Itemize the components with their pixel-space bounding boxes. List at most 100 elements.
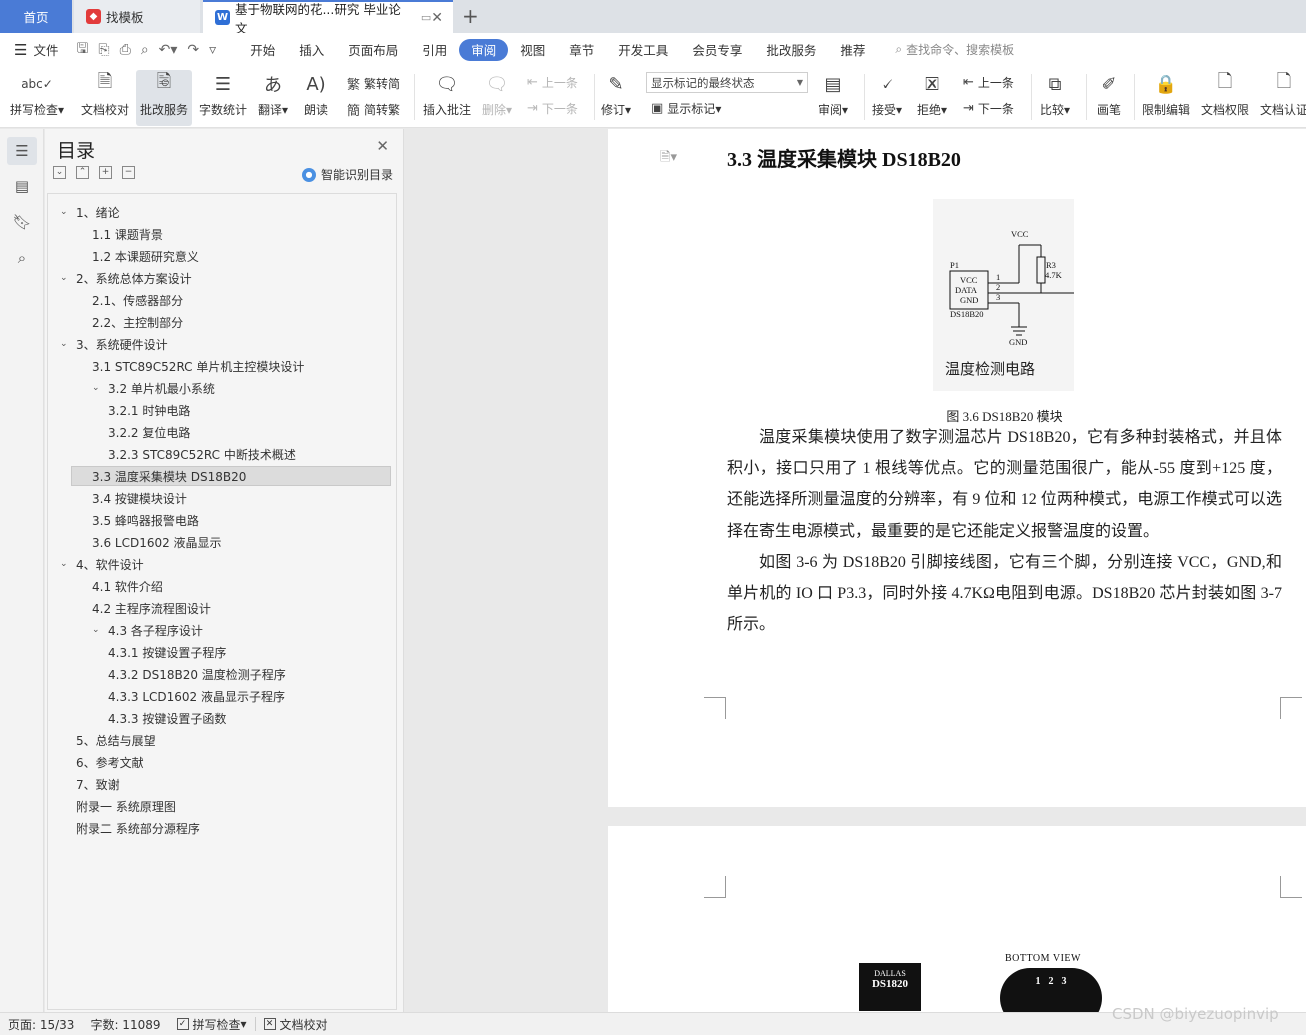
chevron-down-icon[interactable]: ⌄ bbox=[92, 625, 106, 635]
next-comment-button[interactable]: ⇥ 下一条 bbox=[527, 100, 578, 117]
tab-home[interactable]: 首页 bbox=[0, 0, 72, 33]
paragraph-options-icon[interactable]: 🗎▾ bbox=[660, 148, 677, 170]
toc-item[interactable]: 3.4 按键模块设计 bbox=[92, 488, 187, 508]
toc-item[interactable]: 7、致谢 bbox=[76, 774, 120, 794]
next-change-button[interactable]: ⇥ 下一条 bbox=[963, 100, 1014, 117]
menu-tab[interactable]: 会员专享 bbox=[680, 39, 754, 61]
expand-all-icon[interactable]: ⌄ bbox=[53, 166, 66, 179]
status-spell-check[interactable]: ✓ 拼写检查 ▾ bbox=[169, 1016, 255, 1033]
read-aloud-button[interactable]: A) 朗读 bbox=[303, 70, 329, 118]
redo-icon[interactable]: ↷ bbox=[187, 42, 199, 58]
toc-item[interactable]: 2.1、传感器部分 bbox=[92, 290, 183, 310]
translate-button[interactable]: あ 翻译▾ bbox=[258, 70, 288, 118]
chevron-down-icon[interactable]: ⌄ bbox=[92, 383, 106, 393]
status-doc-proof[interactable]: ✕ 文档校对 bbox=[256, 1016, 336, 1033]
toc-item[interactable]: 2.2、主控制部分 bbox=[92, 312, 183, 332]
toc-item[interactable]: 3.2.1 时钟电路 bbox=[108, 400, 190, 420]
menu-tab[interactable]: 批改服务 bbox=[754, 39, 828, 61]
trad-to-simp-button[interactable]: 簡 简转繁 bbox=[347, 100, 400, 119]
tab-document[interactable]: W 基于物联网的花...研究 毕业论文 ▭ ✕ bbox=[203, 0, 453, 36]
menu-tab[interactable]: 引用 bbox=[410, 39, 459, 61]
menu-tab[interactable]: 审阅 bbox=[459, 38, 509, 61]
correction-service-button[interactable]: 🗟 批改服务 bbox=[136, 70, 193, 126]
markup-state-select[interactable]: 显示标记的最终状态 ▼ bbox=[646, 72, 808, 93]
reject-button[interactable]: 🗷 拒绝▾ bbox=[917, 70, 947, 118]
export-pdf-icon[interactable]: ⎘ bbox=[98, 42, 109, 58]
toc-item[interactable]: 附录二 系统部分源程序 bbox=[76, 818, 200, 838]
toc-item[interactable]: ⌄ 4、软件设计 bbox=[60, 554, 144, 574]
chevron-down-icon[interactable]: ⌄ bbox=[60, 273, 74, 283]
menu-tab[interactable]: 章节 bbox=[557, 39, 606, 61]
remove-item-icon[interactable]: − bbox=[122, 166, 135, 179]
new-tab-icon[interactable]: + bbox=[462, 4, 479, 28]
toc-item[interactable]: 3.5 蜂鸣器报警电路 bbox=[92, 510, 199, 530]
file-menu[interactable]: ☰ 文件 bbox=[14, 40, 58, 59]
menu-tab[interactable]: 开发工具 bbox=[606, 39, 680, 61]
simp-to-trad-button[interactable]: 繁 繁转简 bbox=[347, 74, 400, 93]
toc-item[interactable]: 3.3 温度采集模块 DS18B20 bbox=[71, 466, 391, 486]
command-search[interactable]: ⌕ 查找命令、搜索模板 bbox=[895, 41, 1014, 58]
menu-tab[interactable]: 视图 bbox=[508, 39, 557, 61]
search-icon[interactable]: ⌕ bbox=[7, 244, 37, 272]
compare-button[interactable]: ⧉ 比较▾ bbox=[1040, 70, 1070, 118]
save-icon[interactable]: 🖫 bbox=[76, 38, 88, 62]
accept-button[interactable]: 🗸 接受▾ bbox=[872, 70, 902, 118]
toc-item[interactable]: ⌄ 3、系统硬件设计 bbox=[60, 334, 168, 354]
menu-tab[interactable]: 推荐 bbox=[828, 39, 877, 61]
close-icon[interactable]: ✕ bbox=[376, 137, 389, 155]
toc-item[interactable]: ⌄ 3.2 单片机最小系统 bbox=[92, 378, 215, 398]
print-icon[interactable]: ⎙ bbox=[120, 42, 131, 58]
toc-item[interactable]: 3.2.2 复位电路 bbox=[108, 422, 190, 442]
toc-item[interactable]: ⌄ 1、绪论 bbox=[60, 202, 120, 222]
collapse-all-icon[interactable]: ⌃ bbox=[76, 166, 89, 179]
toc-item[interactable]: 4.3.3 LCD1602 液晶显示子程序 bbox=[108, 686, 285, 706]
toc-item[interactable]: 3.6 LCD1602 液晶显示 bbox=[92, 532, 222, 552]
doc-proof-button[interactable]: 🗎 文档校对 bbox=[81, 70, 129, 118]
pen-button[interactable]: ✐ 画笔 bbox=[1096, 70, 1122, 118]
prev-change-button[interactable]: ⇤ 上一条 bbox=[963, 74, 1014, 91]
toc-panel-icon[interactable]: ☰ bbox=[7, 137, 37, 165]
spell-check-button[interactable]: abc✓ 拼写检查▾ bbox=[10, 70, 64, 118]
delete-comment-button[interactable]: 🗨 删除▾ bbox=[482, 70, 512, 118]
bookmark-icon[interactable]: 🔖︎ bbox=[7, 208, 37, 236]
toc-item[interactable]: 附录一 系统原理图 bbox=[76, 796, 176, 816]
toc-item[interactable]: 3.2.3 STC89C52RC 中断技术概述 bbox=[108, 444, 296, 464]
word-count-button[interactable]: ☰ 字数统计 bbox=[199, 70, 247, 118]
toc-item[interactable]: 4.1 软件介绍 bbox=[92, 576, 163, 596]
print-preview-icon[interactable]: ⌕ bbox=[141, 42, 149, 58]
toc-item[interactable]: 1.1 课题背景 bbox=[92, 224, 163, 244]
review-pane-button[interactable]: ▤ 审阅▾ bbox=[818, 70, 848, 118]
toc-item[interactable]: 3.1 STC89C52RC 单片机主控模块设计 bbox=[92, 356, 304, 376]
prev-comment-button[interactable]: ⇤ 上一条 bbox=[527, 74, 578, 91]
page-indicator[interactable]: 页面: 15/33 bbox=[0, 1016, 82, 1033]
chapter-nav-icon[interactable]: ▤ bbox=[7, 172, 37, 200]
toc-item[interactable]: 4.3.1 按键设置子程序 bbox=[108, 642, 226, 662]
toc-item[interactable]: ⌄ 2、系统总体方案设计 bbox=[60, 268, 192, 288]
window-mode-icon[interactable]: ▭ bbox=[421, 11, 431, 24]
undo-icon[interactable]: ↶▾ bbox=[159, 42, 178, 58]
chevron-down-icon[interactable]: ⌄ bbox=[60, 207, 74, 217]
menu-tab[interactable]: 插入 bbox=[287, 39, 336, 61]
toc-item[interactable]: 6、参考文献 bbox=[76, 752, 144, 772]
insert-comment-button[interactable]: 🗨 插入批注 bbox=[423, 70, 471, 118]
word-count-indicator[interactable]: 字数: 11089 bbox=[82, 1016, 168, 1033]
chevron-down-icon[interactable]: ⌄ bbox=[60, 339, 74, 349]
menu-tab[interactable]: 开始 bbox=[238, 39, 287, 61]
doc-permission-button[interactable]: 🗋 文档权限 bbox=[1201, 70, 1249, 118]
close-tab-icon[interactable]: ✕ bbox=[431, 10, 443, 26]
toc-item[interactable]: 1.2 本课题研究意义 bbox=[92, 246, 199, 266]
doc-certify-button[interactable]: 🗋 文档认证 bbox=[1260, 70, 1306, 118]
menu-tab[interactable]: 页面布局 bbox=[336, 39, 410, 61]
chevron-down-icon[interactable]: ⌄ bbox=[60, 559, 74, 569]
toc-item[interactable]: 4.2 主程序流程图设计 bbox=[92, 598, 211, 618]
add-item-icon[interactable]: + bbox=[99, 166, 112, 179]
customize-qa-icon[interactable]: ▿ bbox=[209, 42, 216, 58]
tab-templates[interactable]: ◆ 找模板 bbox=[74, 0, 200, 33]
toc-item[interactable]: 4.3.3 按键设置子函数 bbox=[108, 708, 226, 728]
toc-item[interactable]: 4.3.2 DS18B20 温度检测子程序 bbox=[108, 664, 286, 684]
toc-item[interactable]: ⌄ 4.3 各子程序设计 bbox=[92, 620, 203, 640]
revise-button[interactable]: ✎ 修订▾ bbox=[601, 70, 631, 118]
show-markup-button[interactable]: ▣ 显示标记 ▾ bbox=[651, 100, 721, 117]
toc-item[interactable]: 5、总结与展望 bbox=[76, 730, 156, 750]
smart-recognize-button[interactable]: ● 智能识别目录 bbox=[301, 166, 393, 183]
